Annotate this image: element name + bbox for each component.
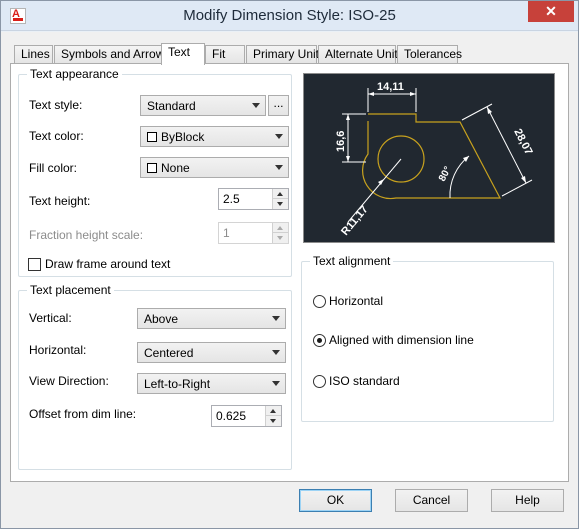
fraction-height-label: Fraction height scale:	[29, 228, 144, 242]
text-style-browse-button[interactable]: ...	[268, 95, 289, 116]
close-icon: ✕	[545, 3, 557, 19]
text-height-spinner[interactable]: 2.5	[218, 188, 289, 210]
fraction-height-spinner: 1	[218, 222, 289, 244]
text-height-value: 2.5	[223, 192, 240, 206]
title-bar: A Modify Dimension Style: ISO-25 ✕	[1, 1, 578, 31]
text-color-label: Text color:	[29, 129, 84, 143]
chevron-down-icon	[252, 103, 260, 108]
chevron-down-icon	[272, 381, 280, 386]
color-swatch	[147, 163, 157, 173]
chevron-down-icon	[275, 165, 283, 170]
text-placement-title: Text placement	[27, 283, 114, 297]
text-color-value: ByBlock	[161, 130, 205, 144]
chevron-down-icon	[272, 350, 280, 355]
text-style-dropdown[interactable]: Standard	[140, 95, 266, 116]
dialog-window: A Modify Dimension Style: ISO-25 ✕ Lines…	[0, 0, 579, 529]
spin-up-icon[interactable]	[266, 406, 281, 416]
text-appearance-title: Text appearance	[27, 67, 122, 81]
radio-aligned-label: Aligned with dimension line	[329, 333, 474, 347]
tab-lines[interactable]: Lines	[14, 45, 53, 64]
spin-down-icon[interactable]	[266, 416, 281, 426]
offset-value: 0.625	[216, 409, 247, 423]
chevron-down-icon	[275, 134, 283, 139]
dim-left-label: 16,6	[335, 131, 347, 152]
vertical-label: Vertical:	[29, 311, 72, 325]
fill-color-label: Fill color:	[29, 161, 78, 175]
text-tab-page: Text appearance Text style: Standard ...…	[10, 63, 569, 482]
text-alignment-title: Text alignment	[310, 254, 394, 268]
fill-color-value: None	[161, 161, 190, 175]
tab-symbols-and-arrows[interactable]: Symbols and Arrows	[54, 45, 170, 64]
text-height-label: Text height:	[29, 194, 91, 208]
spin-down-icon	[273, 233, 288, 243]
horizontal-value: Centered	[144, 346, 194, 360]
offset-spinner[interactable]: 0.625	[211, 405, 282, 427]
text-style-label: Text style:	[29, 98, 83, 112]
horizontal-dropdown[interactable]: Centered	[137, 342, 286, 363]
text-appearance-group: Text appearance Text style: Standard ...…	[18, 67, 292, 277]
radio-iso-label: ISO standard	[329, 374, 400, 388]
radio-aligned-with-dimension-line[interactable]	[313, 334, 326, 347]
color-swatch	[147, 132, 157, 142]
help-button[interactable]: Help	[491, 489, 564, 512]
dimension-preview: 14,11 16,6 28,07 80° R11,17	[303, 73, 555, 243]
radio-horizontal-label: Horizontal	[329, 294, 384, 308]
tab-primary-units[interactable]: Primary Units	[246, 45, 325, 64]
draw-frame-checkbox[interactable]	[28, 258, 41, 271]
text-placement-group: Text placement Vertical: Above Horizonta…	[18, 283, 292, 470]
dim-top-label: 14,11	[377, 81, 404, 93]
window-title: Modify Dimension Style: ISO-25	[183, 7, 396, 24]
dim-right-label: 28,07	[511, 127, 534, 157]
spin-up-icon	[273, 223, 288, 233]
radio-iso-standard[interactable]	[313, 375, 326, 388]
dim-angle-label: 80°	[437, 165, 454, 184]
tab-tolerances[interactable]: Tolerances	[397, 45, 462, 64]
fill-color-dropdown[interactable]: None	[140, 157, 289, 178]
tab-alternate-units[interactable]: Alternate Units	[318, 45, 404, 64]
ok-button[interactable]: OK	[299, 489, 372, 512]
preview-drawing: 14,11 16,6 28,07 80° R11,17	[335, 81, 535, 238]
chevron-down-icon	[272, 316, 280, 321]
fraction-height-value: 1	[223, 226, 230, 240]
dim-radius-label: R11,17	[339, 203, 371, 237]
vertical-dropdown[interactable]: Above	[137, 308, 286, 329]
view-direction-label: View Direction:	[29, 374, 109, 388]
tab-fit[interactable]: Fit	[205, 45, 245, 64]
close-button[interactable]: ✕	[528, 1, 574, 22]
view-direction-value: Left-to-Right	[144, 377, 211, 391]
view-direction-dropdown[interactable]: Left-to-Right	[137, 373, 286, 394]
cancel-button[interactable]: Cancel	[395, 489, 468, 512]
text-color-dropdown[interactable]: ByBlock	[140, 126, 289, 147]
part-outline	[362, 113, 501, 200]
spin-up-icon[interactable]	[273, 189, 288, 199]
draw-frame-label: Draw frame around text	[45, 257, 171, 271]
vertical-value: Above	[144, 312, 179, 326]
offset-label: Offset from dim line:	[29, 407, 137, 421]
text-alignment-group: Text alignment Horizontal Aligned with d…	[301, 254, 554, 422]
tab-text[interactable]: Text	[161, 43, 205, 65]
dialog-body: Lines Symbols and Arrows Text Fit Primar…	[1, 32, 578, 528]
horizontal-label: Horizontal:	[29, 343, 87, 357]
spin-down-icon[interactable]	[273, 199, 288, 209]
radio-horizontal[interactable]	[313, 295, 326, 308]
text-style-value: Standard	[147, 99, 196, 113]
